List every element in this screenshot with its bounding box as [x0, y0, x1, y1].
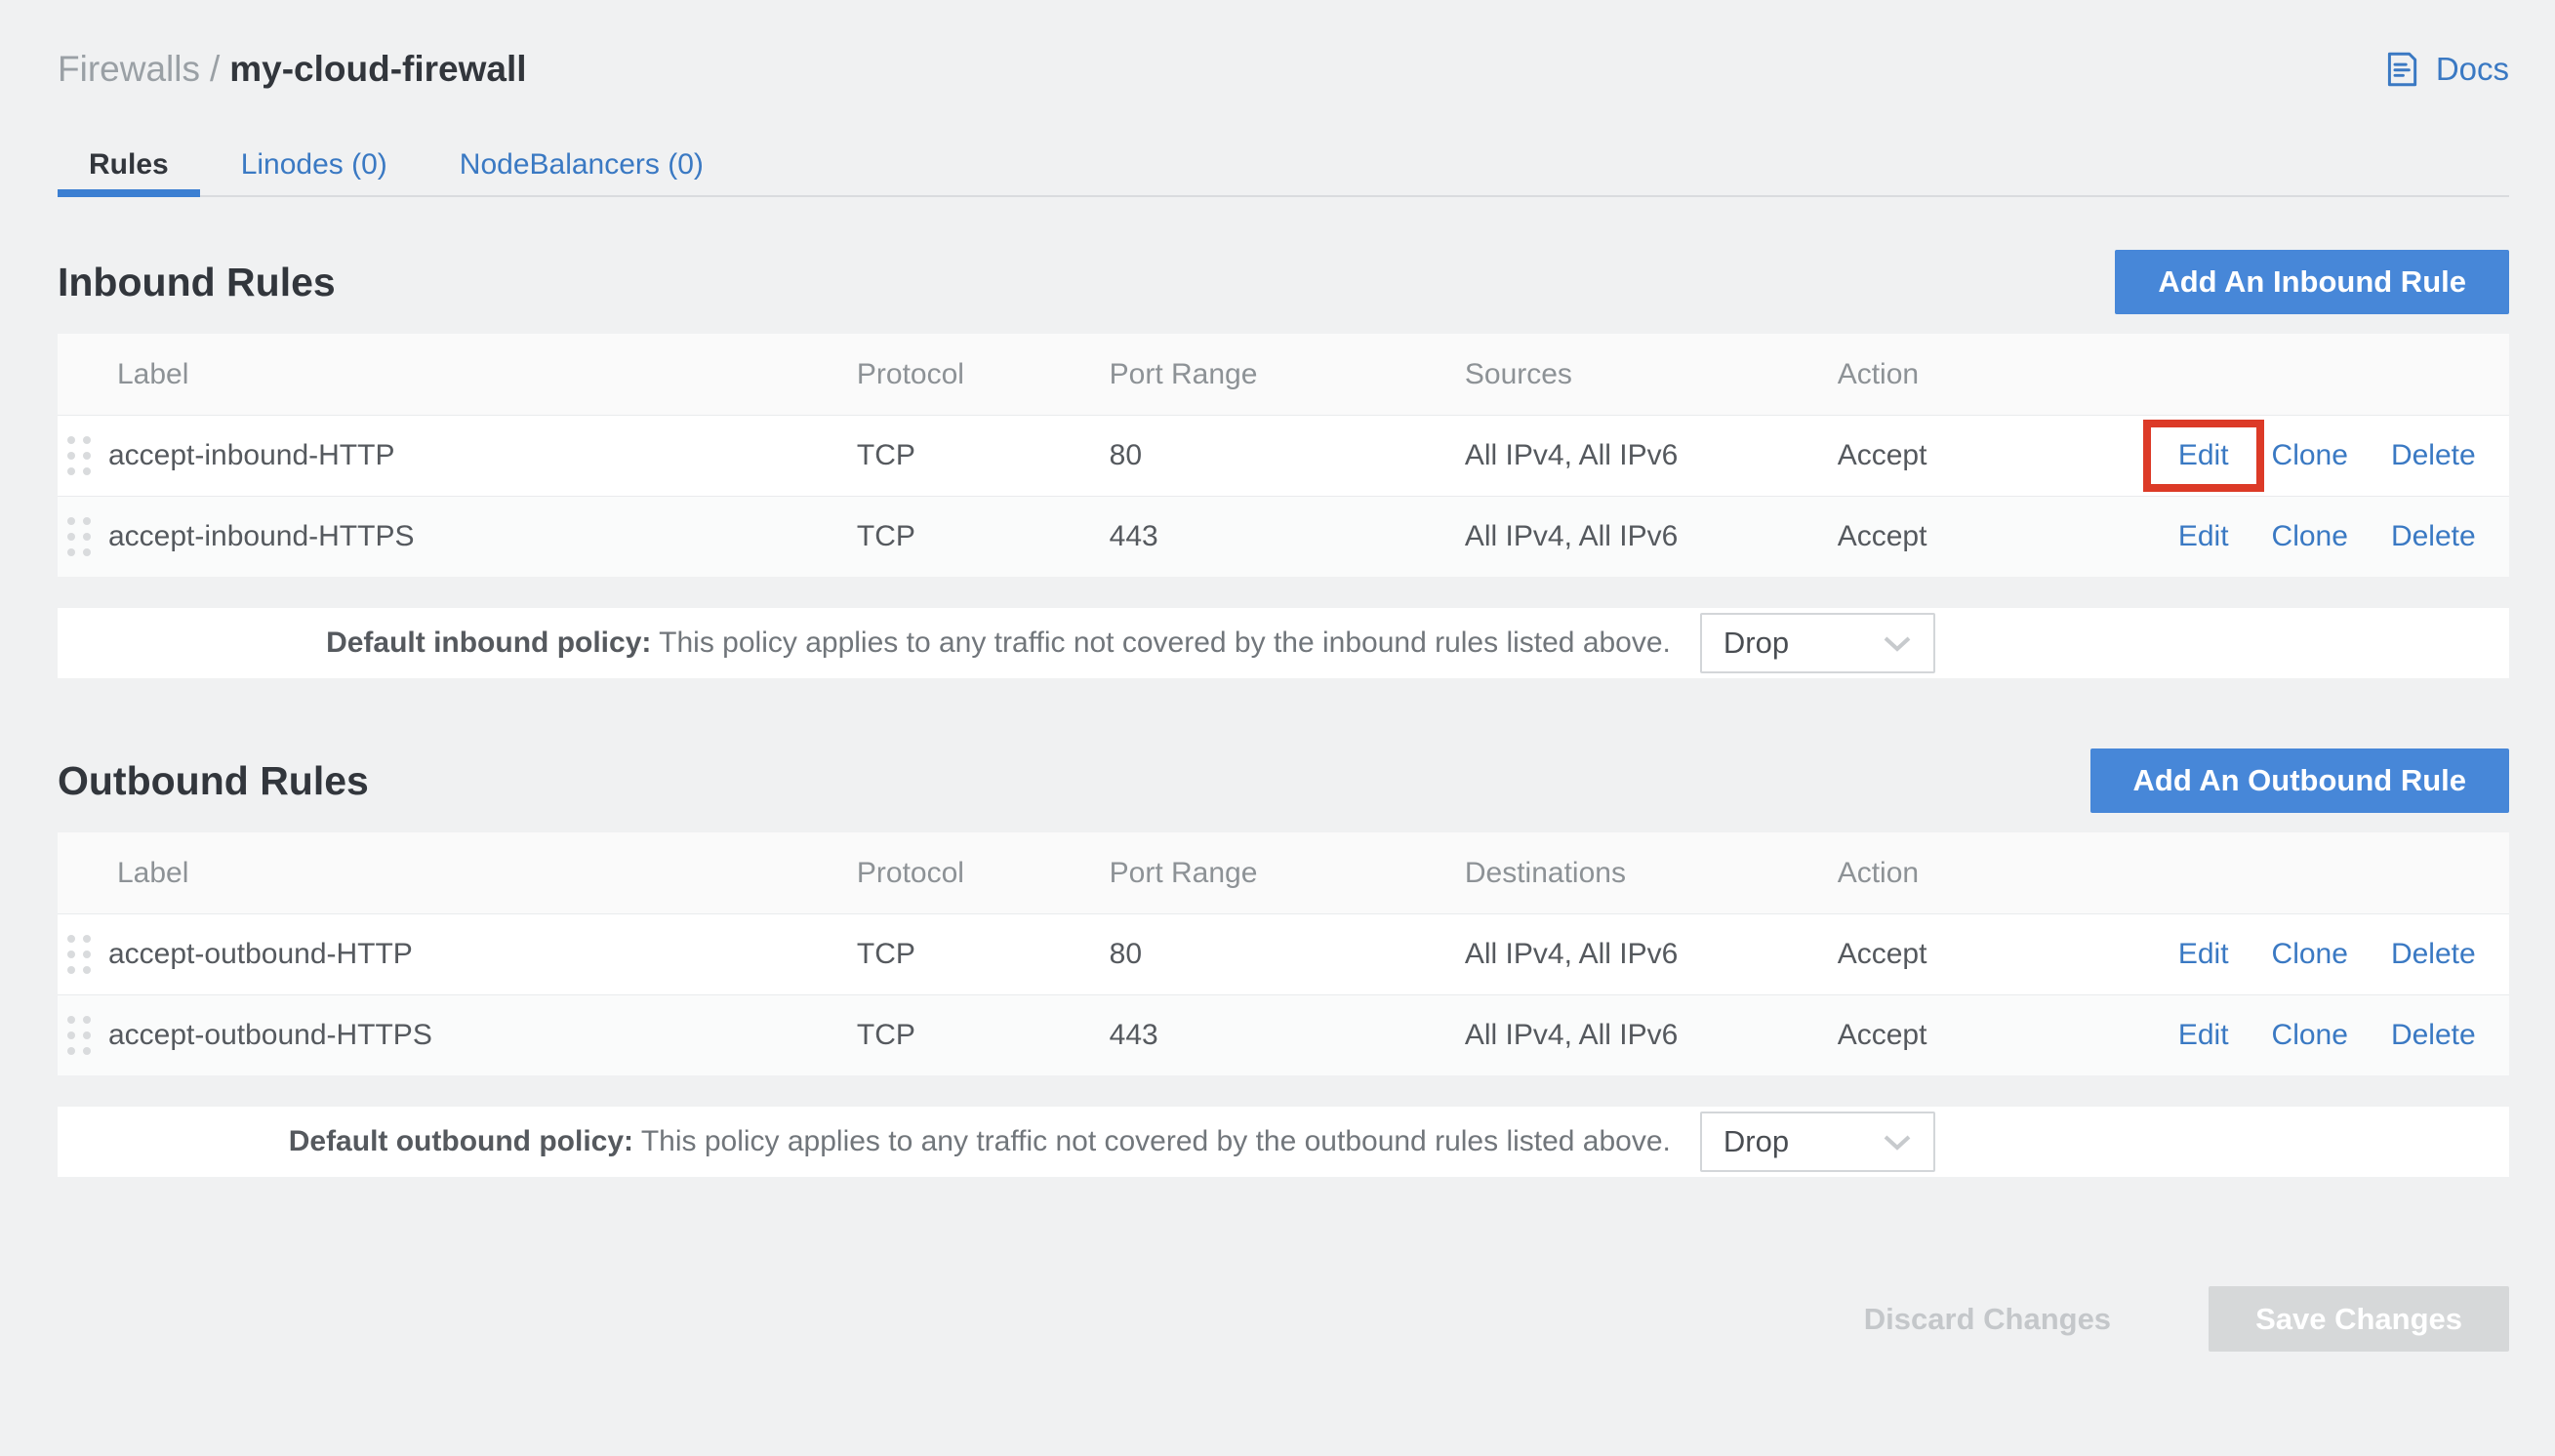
column-header-port-range: Port Range — [1110, 358, 1465, 391]
inbound-section-header: Inbound Rules Add An Inbound Rule — [58, 250, 2509, 314]
default-inbound-policy-text: Default inbound policy: This policy appl… — [58, 627, 1671, 660]
clone-button[interactable]: Clone — [2272, 520, 2348, 553]
delete-button[interactable]: Delete — [2391, 520, 2476, 553]
add-outbound-rule-button[interactable]: Add An Outbound Rule — [2090, 748, 2510, 813]
rule-sources: All IPv4, All IPv6 — [1465, 439, 1838, 472]
rule-action: Accept — [1838, 938, 2178, 971]
table-row-accept-inbound-https: accept-inbound-HTTPS TCP 443 All IPv4, A… — [58, 496, 2509, 577]
default-inbound-policy-select[interactable]: Drop — [1700, 613, 1935, 673]
firewall-detail-page: Firewalls/my-cloud-firewall Docs Rules L… — [0, 0, 2555, 1352]
outbound-table-body: accept-outbound-HTTP TCP 80 All IPv4, Al… — [58, 913, 2509, 1075]
rule-action: Accept — [1838, 520, 2178, 553]
tab-nodebalancers[interactable]: NodeBalancers (0) — [428, 139, 735, 195]
form-actions: Discard Changes Save Changes — [58, 1286, 2509, 1352]
rule-destinations: All IPv4, All IPv6 — [1465, 938, 1838, 971]
policy-select-value: Drop — [1724, 1124, 1789, 1159]
drag-handle-icon[interactable] — [67, 1016, 91, 1055]
rule-port-range: 443 — [1110, 520, 1465, 553]
table-row-accept-outbound-http: accept-outbound-HTTP TCP 80 All IPv4, Al… — [58, 913, 2509, 994]
tab-rules[interactable]: Rules — [58, 139, 200, 195]
column-header-action: Action — [1838, 857, 2178, 890]
edit-button[interactable]: Edit — [2178, 938, 2229, 971]
inbound-rules-table: Label Protocol Port Range Sources Action… — [58, 334, 2509, 577]
edit-button[interactable]: Edit — [2178, 439, 2229, 472]
table-row-accept-inbound-http: accept-inbound-HTTP TCP 80 All IPv4, All… — [58, 415, 2509, 496]
breadcrumb-separator: / — [210, 49, 220, 89]
discard-changes-button[interactable]: Discard Changes — [1864, 1302, 2111, 1337]
docs-link-label: Docs — [2436, 51, 2509, 88]
inbound-rules-title: Inbound Rules — [58, 260, 336, 305]
docs-link[interactable]: Docs — [2381, 49, 2509, 90]
column-header-action: Action — [1838, 358, 2178, 391]
rule-action: Accept — [1838, 1019, 2178, 1052]
chevron-down-icon — [1883, 1134, 1912, 1151]
column-header-label: Label — [58, 857, 857, 890]
inbound-table-body: accept-inbound-HTTP TCP 80 All IPv4, All… — [58, 415, 2509, 577]
policy-select-value: Drop — [1724, 626, 1789, 661]
rule-label: accept-outbound-HTTP — [108, 938, 413, 971]
chevron-down-icon — [1883, 635, 1912, 652]
breadcrumb-firewalls-link[interactable]: Firewalls — [58, 49, 200, 89]
document-icon — [2381, 49, 2422, 90]
default-inbound-policy-label: Default inbound policy: — [326, 627, 651, 659]
outbound-section-header: Outbound Rules Add An Outbound Rule — [58, 748, 2509, 813]
save-changes-button[interactable]: Save Changes — [2209, 1286, 2509, 1352]
default-outbound-policy-row: Default outbound policy: This policy app… — [58, 1107, 2509, 1177]
default-outbound-policy-text: Default outbound policy: This policy app… — [58, 1125, 1671, 1158]
outbound-table-header: Label Protocol Port Range Destinations A… — [58, 832, 2509, 913]
tab-bar: Rules Linodes (0) NodeBalancers (0) — [58, 139, 2509, 197]
top-bar: Firewalls/my-cloud-firewall Docs — [58, 0, 2509, 90]
rule-protocol: TCP — [857, 1019, 1110, 1052]
rule-protocol: TCP — [857, 520, 1110, 553]
default-outbound-policy-label: Default outbound policy: — [289, 1125, 633, 1157]
rule-port-range: 80 — [1110, 439, 1465, 472]
clone-button[interactable]: Clone — [2272, 439, 2348, 472]
rule-port-range: 80 — [1110, 938, 1465, 971]
clone-button[interactable]: Clone — [2272, 1019, 2348, 1052]
rule-label: accept-inbound-HTTPS — [108, 520, 414, 553]
column-header-sources: Sources — [1465, 358, 1838, 391]
delete-button[interactable]: Delete — [2391, 1019, 2476, 1052]
default-inbound-policy-row: Default inbound policy: This policy appl… — [58, 608, 2509, 678]
tab-linodes[interactable]: Linodes (0) — [210, 139, 419, 195]
rule-label: accept-inbound-HTTP — [108, 439, 394, 472]
outbound-rules-table: Label Protocol Port Range Destinations A… — [58, 832, 2509, 1075]
column-header-protocol: Protocol — [857, 358, 1110, 391]
clone-button[interactable]: Clone — [2272, 938, 2348, 971]
add-inbound-rule-button[interactable]: Add An Inbound Rule — [2115, 250, 2509, 314]
rule-port-range: 443 — [1110, 1019, 1465, 1052]
drag-handle-icon[interactable] — [67, 436, 91, 475]
rule-sources: All IPv4, All IPv6 — [1465, 520, 1838, 553]
delete-button[interactable]: Delete — [2391, 439, 2476, 472]
edit-button-label: Edit — [2178, 439, 2229, 471]
column-header-port-range: Port Range — [1110, 857, 1465, 890]
table-row-accept-outbound-https: accept-outbound-HTTPS TCP 443 All IPv4, … — [58, 994, 2509, 1075]
drag-handle-icon[interactable] — [67, 935, 91, 974]
rule-protocol: TCP — [857, 439, 1110, 472]
column-header-destinations: Destinations — [1465, 857, 1838, 890]
drag-handle-icon[interactable] — [67, 517, 91, 556]
breadcrumb: Firewalls/my-cloud-firewall — [58, 49, 527, 90]
delete-button[interactable]: Delete — [2391, 938, 2476, 971]
rule-label: accept-outbound-HTTPS — [108, 1019, 432, 1052]
breadcrumb-current-firewall: my-cloud-firewall — [229, 49, 526, 89]
outbound-rules-title: Outbound Rules — [58, 758, 369, 804]
rule-protocol: TCP — [857, 938, 1110, 971]
column-header-label: Label — [58, 358, 857, 391]
default-inbound-policy-description: This policy applies to any traffic not c… — [659, 627, 1671, 659]
column-header-protocol: Protocol — [857, 857, 1110, 890]
inbound-table-header: Label Protocol Port Range Sources Action — [58, 334, 2509, 415]
edit-button[interactable]: Edit — [2178, 520, 2229, 553]
default-outbound-policy-description: This policy applies to any traffic not c… — [641, 1125, 1671, 1157]
rule-action: Accept — [1838, 439, 2178, 472]
default-outbound-policy-select[interactable]: Drop — [1700, 1112, 1935, 1172]
rule-destinations: All IPv4, All IPv6 — [1465, 1019, 1838, 1052]
edit-button[interactable]: Edit — [2178, 1019, 2229, 1052]
